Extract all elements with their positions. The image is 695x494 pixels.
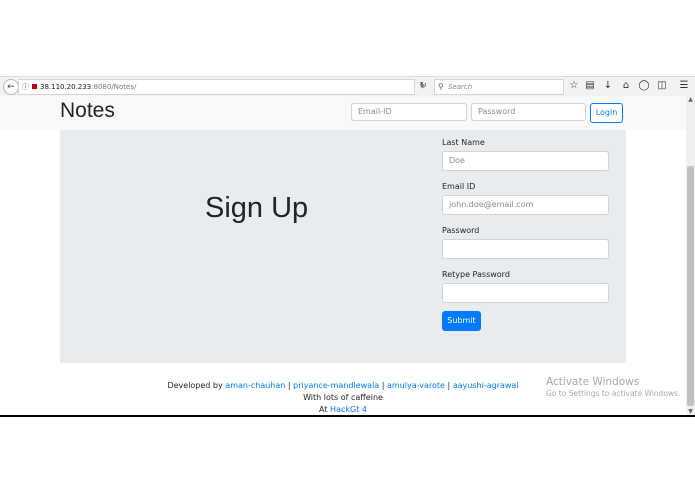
search-input[interactable]: ⚲ Search [434,79,564,95]
star-icon[interactable]: ☆ [567,79,581,93]
dev-link-priyance[interactable]: priyance-mandlewala [293,381,379,390]
url-text: 38.110.20.233:8080/Notes/ [40,80,136,94]
last-name-input[interactable]: Doe [442,151,609,171]
separator: | [285,381,294,390]
insecure-lock-icon [32,84,37,89]
footer-credits: Developed by aman-chauhan | priyance-man… [60,380,626,392]
window-bottom-edge [0,415,695,417]
scrollbar-thumb[interactable] [687,166,694,406]
reader-icon[interactable]: ◫ [655,79,669,93]
dev-link-aman[interactable]: aman-chauhan [225,381,285,390]
search-placeholder: Search [448,83,473,91]
email-field[interactable]: Email-ID [351,103,467,121]
last-name-label: Last Name [442,138,485,147]
pocket-icon[interactable]: ◯ [637,79,651,93]
search-icon: ⚲ [438,82,444,91]
submit-button[interactable]: Submit [442,311,481,331]
retype-password-label: Retype Password [442,270,510,279]
url-path: :8080/Notes/ [91,83,137,91]
home-icon[interactable]: ⌂ [619,79,633,93]
hackgt-link[interactable]: HackGt 4 [330,405,367,414]
page-title: Sign Up [205,192,309,224]
menu-icon[interactable]: ☰ [677,79,691,93]
at-text: At [319,405,331,414]
footer-caffeine: With lots of caffeine [303,393,383,402]
dev-link-amulya[interactable]: amulya-varote [387,381,445,390]
login-button[interactable]: Login [590,103,623,123]
vertical-scrollbar[interactable]: ▲ ▼ [686,96,695,416]
download-icon[interactable]: ↓ [601,79,615,93]
reload-icon[interactable]: ↻ [416,79,430,93]
back-arrow-icon[interactable]: ← [3,79,19,95]
site-navbar: Notes Email-ID Password Login [0,96,686,130]
url-host: 38.110.20.233 [40,83,92,91]
email-label: Email ID [442,182,476,191]
scroll-up-icon[interactable]: ▲ [686,96,695,104]
password-input[interactable] [442,239,609,259]
footer: Developed by aman-chauhan | priyance-man… [60,380,626,416]
separator: | [379,381,387,390]
browser-toolbar: ← ⓘ 38.110.20.233:8080/Notes/ ▼ ↻ ⚲ Sear… [0,76,695,97]
developed-by-text: Developed by [167,381,226,390]
url-bar[interactable]: ⓘ 38.110.20.233:8080/Notes/ ▼ [18,79,425,95]
dev-link-aayushi[interactable]: aayushi-agrawal [453,381,519,390]
brand-title[interactable]: Notes [60,99,115,123]
clipboard-icon[interactable]: ▤ [583,79,597,93]
password-label: Password [442,226,480,235]
password-field[interactable]: Password [471,103,586,121]
email-input[interactable]: john.doe@email.com [442,195,609,215]
info-icon[interactable]: ⓘ [22,80,29,94]
activate-windows-watermark: Activate Windows Go to Settings to activ… [546,376,680,398]
retype-password-input[interactable] [442,283,609,303]
watermark-subtitle: Go to Settings to activate Windows. [546,389,681,398]
separator: | [444,381,453,390]
watermark-title: Activate Windows [546,376,640,388]
